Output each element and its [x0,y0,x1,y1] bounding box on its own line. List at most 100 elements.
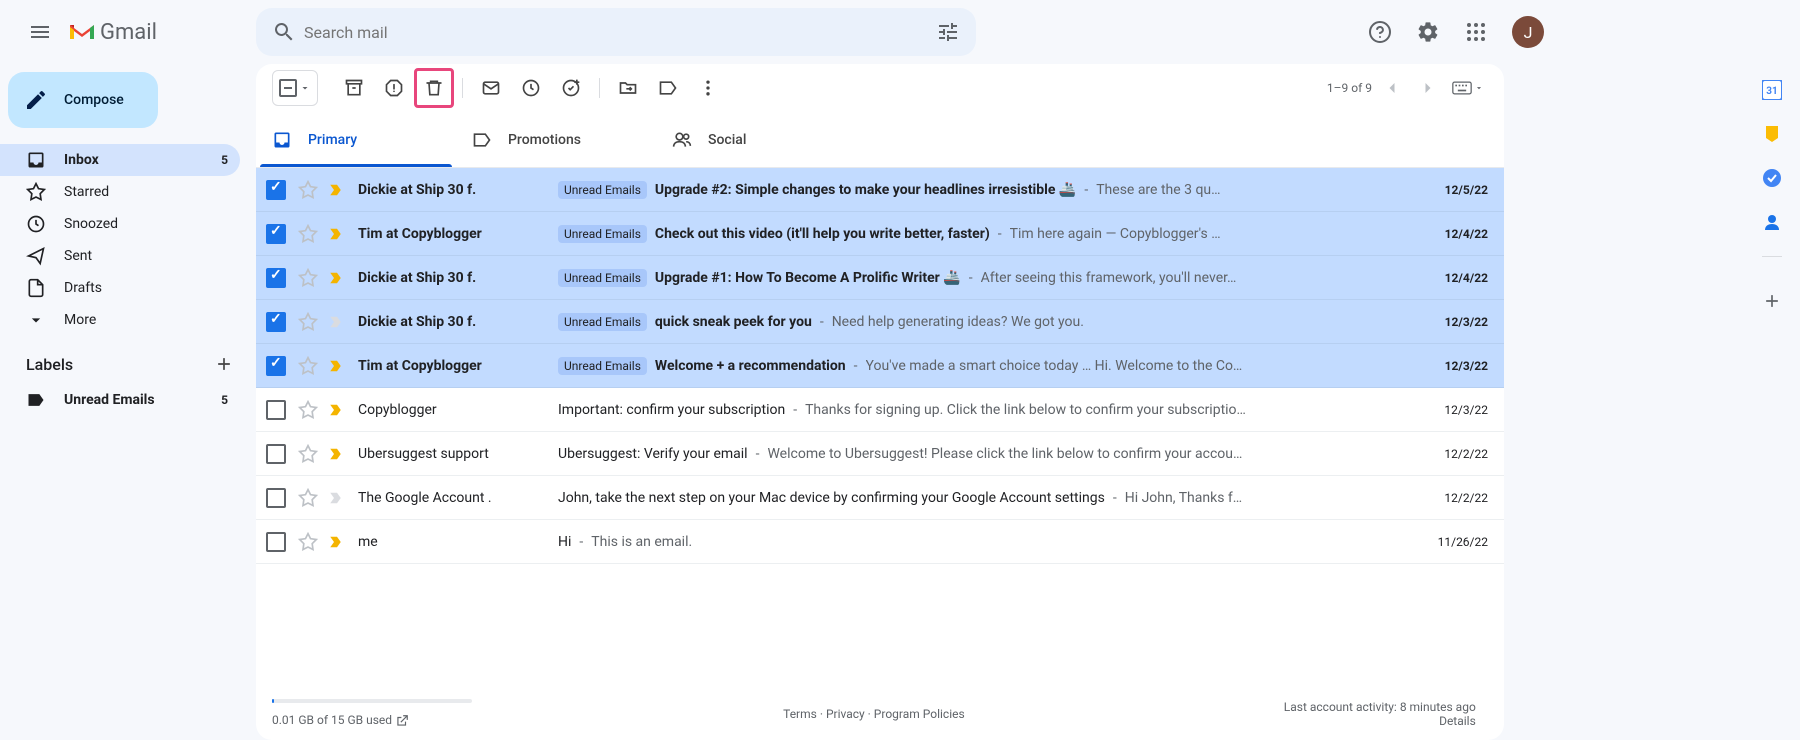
main-menu-button[interactable] [16,8,64,56]
sender-name: Tim at Copyblogger [358,226,558,242]
tab-primary[interactable]: Primary [256,112,456,167]
email-row[interactable]: Copyblogger Important: confirm your subs… [256,388,1504,432]
sender-name: Dickie at Ship 30 f. [358,182,558,198]
importance-marker[interactable] [328,225,346,243]
snooze-button[interactable] [511,68,551,108]
email-row[interactable]: me Hi - This is an email. 11/26/22 [256,520,1504,564]
keep-addon[interactable] [1762,124,1782,144]
importance-marker[interactable] [328,357,346,375]
email-row[interactable]: The Google Account . John, take the next… [256,476,1504,520]
terms-link[interactable]: Terms [783,707,817,721]
email-date: 12/4/22 [1429,271,1488,285]
pager-next-button[interactable] [1412,72,1444,104]
importance-marker[interactable] [328,445,346,463]
sidebar-item-count: 5 [221,153,228,167]
apps-button[interactable] [1456,12,1496,52]
email-content: Unread Emails Upgrade #2: Simple changes… [558,181,1429,199]
importance-marker[interactable] [328,401,346,419]
keep-icon [1762,124,1782,144]
support-button[interactable] [1360,12,1400,52]
sidebar-item-snoozed[interactable]: Snoozed [0,208,240,240]
star-toggle[interactable] [298,268,318,288]
more-actions-button[interactable] [688,68,728,108]
move-to-button[interactable] [608,68,648,108]
email-row[interactable]: Dickie at Ship 30 f. Unread Emails Upgra… [256,168,1504,212]
label-item[interactable]: Unread Emails5 [0,384,240,416]
importance-marker[interactable] [328,489,346,507]
row-checkbox[interactable] [266,268,286,288]
snippet-separator: - [1084,182,1088,198]
archive-button[interactable] [334,68,374,108]
pager-prev-button[interactable] [1376,72,1408,104]
sidebar-item-starred[interactable]: Starred [0,176,240,208]
input-method-button[interactable] [1448,76,1488,100]
calendar-addon[interactable]: 31 [1762,80,1782,100]
importance-marker[interactable] [328,269,346,287]
select-all-control[interactable] [272,70,318,106]
get-addons-button[interactable] [1752,281,1792,321]
people-icon [672,130,692,150]
add-task-icon [561,78,581,98]
report-spam-button[interactable] [374,68,414,108]
row-checkbox[interactable] [266,444,286,464]
star-toggle[interactable] [298,532,318,552]
sidebar-item-more[interactable]: More [0,304,240,336]
email-subject: John, take the next step on your Mac dev… [558,490,1105,506]
search-input[interactable] [304,23,928,42]
star-icon [26,182,46,202]
details-link[interactable]: Details [1439,714,1476,728]
sidebar-item-label: Sent [64,248,92,264]
delete-button[interactable] [414,68,454,108]
star-toggle[interactable] [298,312,318,332]
row-checkbox[interactable] [266,488,286,508]
tab-promotions[interactable]: Promotions [456,112,656,167]
clock-icon [26,214,46,234]
email-row[interactable]: Ubersuggest support Ubersuggest: Verify … [256,432,1504,476]
external-link-icon[interactable] [395,714,409,728]
star-toggle[interactable] [298,180,318,200]
email-row[interactable]: Dickie at Ship 30 f. Unread Emails quick… [256,300,1504,344]
privacy-link[interactable]: Privacy [826,707,865,721]
star-toggle[interactable] [298,356,318,376]
sidebar-item-drafts[interactable]: Drafts [0,272,240,304]
star-toggle[interactable] [298,488,318,508]
snippet-separator: - [579,534,583,550]
search-button[interactable] [264,12,304,52]
mark-unread-button[interactable] [471,68,511,108]
row-checkbox[interactable] [266,356,286,376]
gmail-logo[interactable]: Gmail [68,20,157,45]
policies-link[interactable]: Program Policies [874,707,965,721]
row-checkbox[interactable] [266,224,286,244]
sidebar-item-inbox[interactable]: Inbox5 [0,144,240,176]
email-row[interactable]: Dickie at Ship 30 f. Unread Emails Upgra… [256,256,1504,300]
importance-marker[interactable] [328,533,346,551]
email-row[interactable]: Tim at Copyblogger Unread Emails Welcome… [256,344,1504,388]
row-checkbox[interactable] [266,180,286,200]
contacts-addon[interactable] [1762,212,1782,232]
star-toggle[interactable] [298,444,318,464]
row-checkbox[interactable] [266,400,286,420]
chevron-down-icon [1474,83,1484,93]
snippet-separator: - [969,270,973,286]
importance-marker[interactable] [328,181,346,199]
add-to-tasks-button[interactable] [551,68,591,108]
account-avatar[interactable]: J [1512,16,1544,48]
email-row[interactable]: Tim at Copyblogger Unread Emails Check o… [256,212,1504,256]
importance-marker[interactable] [328,313,346,331]
labels-button[interactable] [648,68,688,108]
row-checkbox[interactable] [266,312,286,332]
tab-social[interactable]: Social [656,112,856,167]
email-subject: Ubersuggest: Verify your email [558,446,748,462]
mail-list: Dickie at Ship 30 f. Unread Emails Upgra… [256,168,1504,687]
select-checkbox-indeterminate[interactable] [279,79,297,97]
tasks-addon[interactable] [1762,168,1782,188]
settings-button[interactable] [1408,12,1448,52]
sidebar-item-sent[interactable]: Sent [0,240,240,272]
row-checkbox[interactable] [266,532,286,552]
add-label-button[interactable] [212,352,236,376]
search-options-button[interactable] [928,12,968,52]
compose-button[interactable]: Compose [8,72,158,128]
star-toggle[interactable] [298,400,318,420]
inbox-icon [26,150,46,170]
star-toggle[interactable] [298,224,318,244]
